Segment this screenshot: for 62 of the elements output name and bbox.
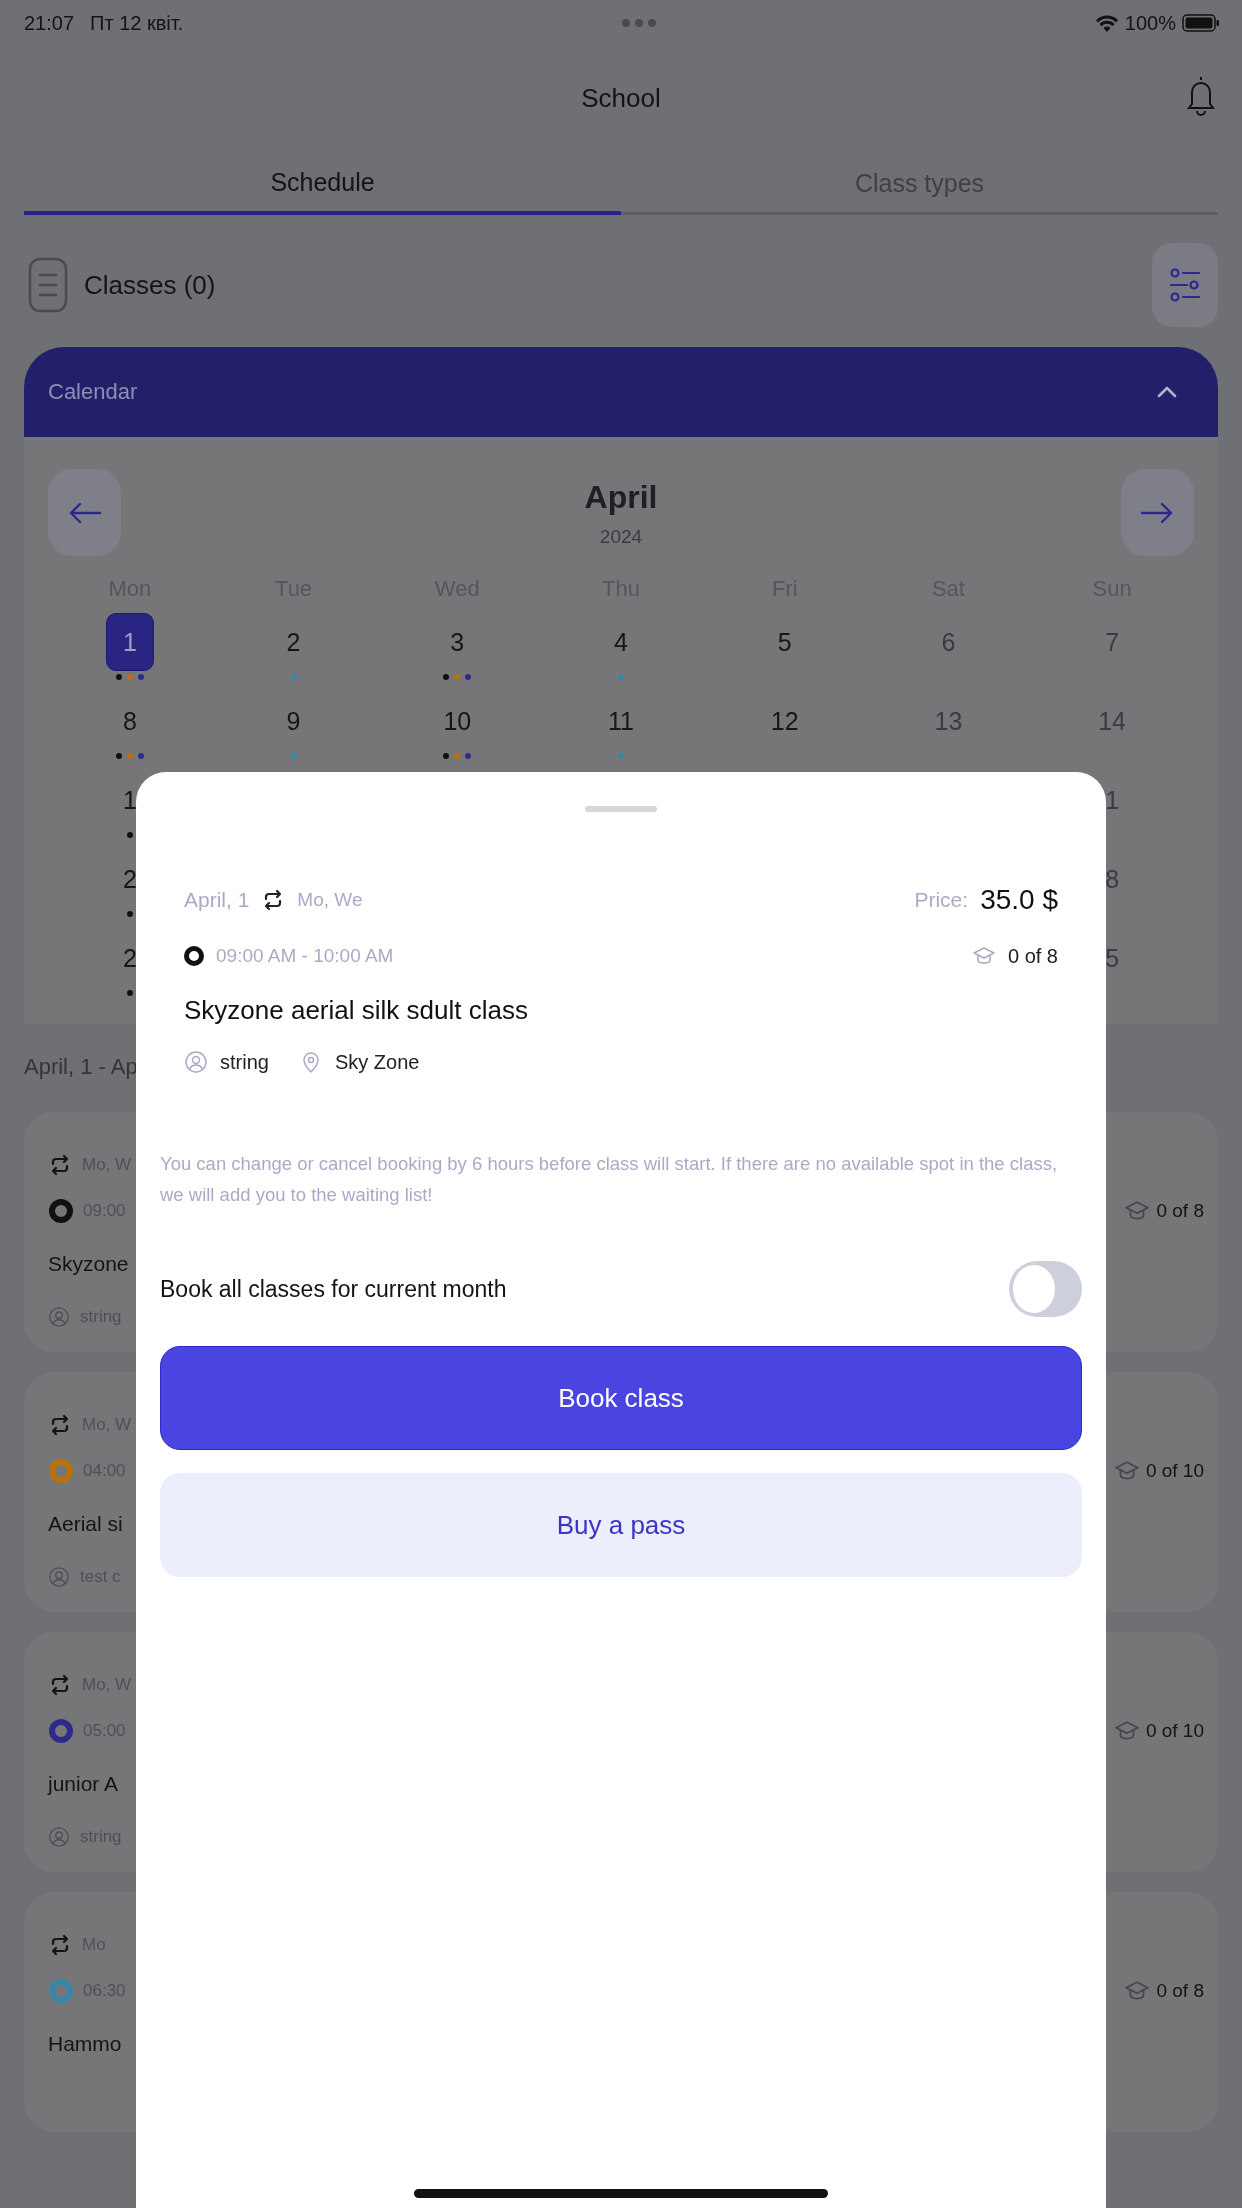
calendar-day[interactable]: 11 [597, 692, 645, 750]
calendar-day[interactable]: 10 [433, 692, 482, 750]
class-title: Aerial si [48, 1511, 124, 1537]
list-icon [28, 257, 68, 313]
person-icon [48, 1826, 70, 1848]
toggle-label: Book all classes for current month [160, 1275, 507, 1303]
calendar-title: Calendar [48, 379, 139, 405]
capacity-count: 0 of 8 [1156, 1200, 1204, 1222]
calendar-header[interactable]: Calendar [24, 347, 1218, 437]
more-dots-icon[interactable] [622, 19, 657, 27]
battery-icon [1182, 13, 1220, 33]
capacity-count: 0 of 8 [1156, 1980, 1204, 2002]
class-title: junior A [48, 1771, 120, 1797]
calendar-day[interactable]: 8 [105, 692, 154, 750]
class-title: Skyzone aerial silk sdult class [184, 993, 529, 1027]
month-label: April [584, 479, 658, 516]
buy-pass-button[interactable]: Buy a pass [160, 1473, 1082, 1577]
class-title: Hammo [48, 2031, 123, 2057]
class-title: Skyzone [48, 1251, 130, 1277]
calendar-day[interactable]: 14 [1088, 692, 1137, 750]
location-name: Sky Zone [334, 1050, 420, 1074]
capacity-count: 0 of 8 [1007, 944, 1058, 968]
repeat-days: Mo, We [297, 889, 363, 911]
date-range-label: April, 1 - Ap [24, 1054, 138, 1081]
class-time: 09:00 AM - 10:00 AM [216, 945, 394, 967]
classes-count: Classes (0) [84, 269, 217, 301]
calendar-day[interactable]: 2 [269, 613, 318, 671]
sheet-handle[interactable] [585, 806, 657, 812]
calendar-day[interactable]: 5 [760, 613, 809, 671]
person-icon [48, 1306, 70, 1328]
booking-note: You can change or cancel booking by 6 hours before class will start. If there are no available spot in the class, we will add you to the waiting list! [160, 1152, 1059, 1207]
right-arrow-icon [1140, 500, 1175, 525]
capacity-count: 0 of 10 [1145, 1720, 1204, 1742]
capacity-count: 0 of 10 [1145, 1460, 1204, 1482]
tab[interactable]: Schedule [24, 150, 621, 215]
screen-title: School [581, 82, 661, 114]
year-label: 2024 [599, 526, 643, 548]
status-time: 21:07 [24, 11, 75, 35]
person-icon [48, 1566, 70, 1588]
calendar-day[interactable]: 1 [105, 613, 154, 671]
calendar-day[interactable]: 6 [924, 613, 973, 671]
calendar-day[interactable]: 4 [597, 613, 645, 671]
calendar-day[interactable]: 9 [269, 692, 318, 750]
status-date: Пт 12 квіт. [90, 11, 184, 35]
bell-icon[interactable] [1184, 74, 1218, 116]
filter-button[interactable] [1152, 243, 1218, 327]
book-class-button[interactable]: Book class [160, 1346, 1082, 1450]
calendar-day[interactable]: 3 [433, 613, 482, 671]
price-value: 35.0 $ [980, 884, 1058, 916]
calendar-day[interactable]: 12 [760, 692, 809, 750]
previous-month-button[interactable] [48, 469, 121, 556]
left-arrow-icon [67, 500, 102, 525]
month-booking-toggle[interactable] [1009, 1261, 1082, 1317]
price-label: Price: [914, 888, 969, 912]
calendar-day[interactable]: 13 [924, 692, 973, 750]
next-month-button[interactable] [1121, 469, 1194, 556]
wifi-icon [1094, 13, 1119, 33]
person-icon [184, 1050, 208, 1074]
class-date: April, 1 [184, 888, 250, 912]
battery-percent: 100% [1124, 11, 1176, 35]
instructor-name: string [220, 1050, 269, 1074]
calendar-day[interactable]: 7 [1088, 613, 1137, 671]
